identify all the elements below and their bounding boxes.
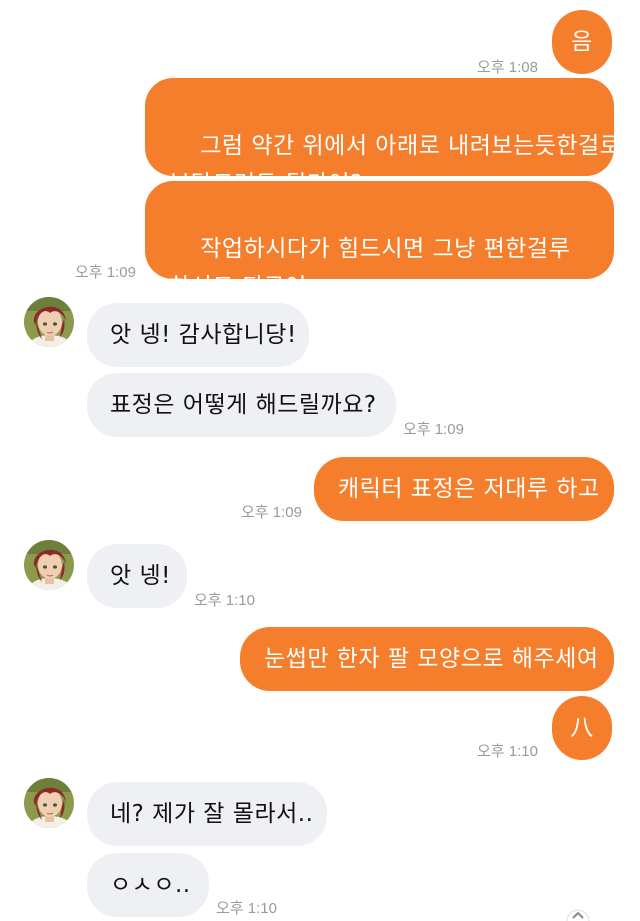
message-timestamp: 오후 1:09 — [241, 504, 302, 521]
message-timestamp: 오후 1:10 — [194, 592, 255, 609]
message-timestamp: 오후 1:09 — [403, 421, 464, 438]
chat-area: 음 오후 1:08 그럼 약간 위에서 아래로 내려보는듯한걸로 부탁드려두 될… — [0, 0, 640, 921]
message-timestamp: 오후 1:08 — [477, 59, 538, 76]
outgoing-message-bubble[interactable]: 그럼 약간 위에서 아래로 내려보는듯한걸로 부탁드려두 될가여? — [145, 78, 621, 197]
outgoing-message-bubble[interactable]: 작업하시다가 힘드시면 그냥 편한걸루 하셔도 되구여 — [145, 181, 614, 300]
message-text: 눈썹만 한자 팔 모양으로 해주세여 — [264, 646, 599, 672]
contact-avatar[interactable] — [24, 778, 74, 828]
incoming-message-bubble[interactable]: 표정은 어떻게 해드릴까요? — [87, 373, 396, 437]
scroll-down-icon[interactable] — [566, 909, 590, 921]
message-text: 八 — [570, 715, 594, 741]
message-timestamp: 오후 1:10 — [477, 743, 538, 760]
contact-avatar[interactable] — [24, 297, 74, 347]
outgoing-message-bubble[interactable]: 음 — [552, 10, 612, 74]
message-text: 작업하시다가 힘드시면 그냥 편한걸루 하셔도 되구여 — [169, 236, 571, 300]
message-text: 앗 넹! — [110, 563, 171, 589]
outgoing-message-bubble[interactable]: 八 — [552, 696, 612, 760]
incoming-message-bubble[interactable]: ㅇㅅㅇ.. — [87, 853, 209, 917]
message-text: 표정은 어떻게 해드릴까요? — [110, 392, 377, 418]
message-text: ㅇㅅㅇ.. — [110, 872, 191, 898]
message-timestamp: 오후 1:10 — [216, 900, 277, 917]
message-timestamp: 오후 1:09 — [75, 264, 136, 281]
incoming-message-bubble[interactable]: 앗 넹! 감사합니당! — [87, 303, 309, 367]
incoming-message-bubble[interactable]: 앗 넹! — [87, 544, 187, 608]
message-text: 캐릭터 표정은 저대루 하고 — [338, 476, 600, 502]
incoming-message-bubble[interactable]: 네? 제가 잘 몰라서.. — [87, 782, 327, 846]
outgoing-message-bubble[interactable]: 캐릭터 표정은 저대루 하고 — [314, 457, 614, 521]
message-text: 앗 넹! 감사합니당! — [110, 322, 297, 348]
outgoing-message-bubble[interactable]: 눈썹만 한자 팔 모양으로 해주세여 — [240, 627, 614, 691]
contact-avatar[interactable] — [24, 540, 74, 590]
message-text: 네? 제가 잘 몰라서.. — [110, 801, 314, 827]
message-text: 음 — [571, 29, 593, 55]
